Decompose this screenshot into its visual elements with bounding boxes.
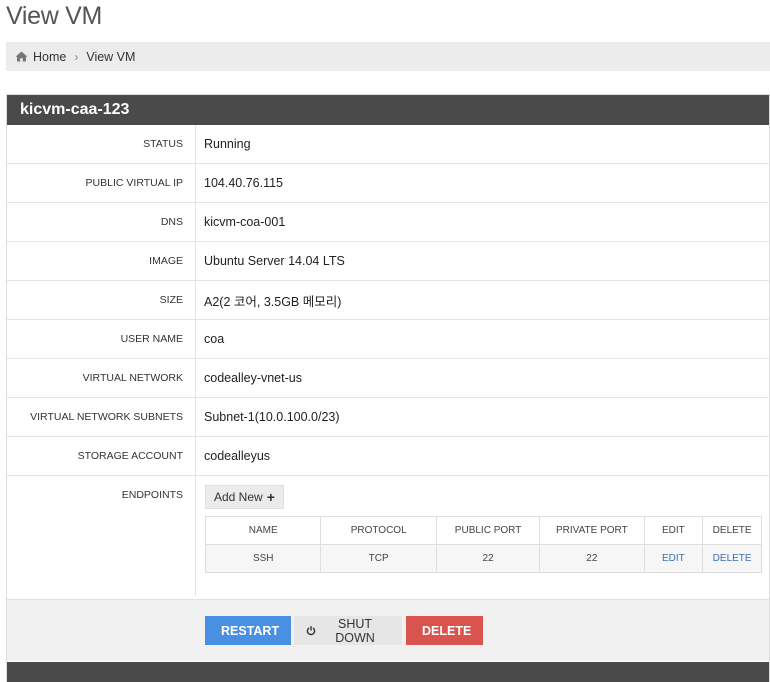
image-value: Ubuntu Server 14.04 LTS: [204, 254, 345, 268]
detail-label: ENDPOINTS: [7, 476, 196, 596]
detail-row-subnets: VIRTUAL NETWORK SUBNETS Subnet-1(10.0.10…: [7, 398, 769, 437]
action-bar: RESTART SHUT DOWN DELETE: [7, 599, 769, 661]
detail-label: USER NAME: [7, 320, 196, 358]
dns-value: kicvm-coa-001: [204, 215, 286, 229]
restart-button[interactable]: RESTART: [205, 616, 291, 645]
detail-label: SIZE: [7, 281, 196, 319]
vm-panel: kicvm-caa-123 STATUS Running PUBLIC VIRT…: [6, 94, 770, 682]
page-title: View VM: [6, 2, 103, 30]
add-new-label: Add New: [214, 490, 263, 504]
public-ip-value: 104.40.76.115: [204, 176, 284, 190]
add-new-endpoint-button[interactable]: Add New +: [205, 485, 284, 509]
endpoint-protocol-cell: TCP: [320, 544, 437, 573]
plus-icon: +: [266, 489, 275, 505]
detail-label: VIRTUAL NETWORK SUBNETS: [7, 398, 196, 436]
detail-label: DNS: [7, 203, 196, 241]
column-header-public-port: PUBLIC PORT: [435, 516, 541, 545]
detail-row-size: SIZE A2(2 코어, 3.5GB 메모리): [7, 281, 769, 320]
shut-down-label: SHUT DOWN: [335, 616, 375, 645]
detail-label: IMAGE: [7, 242, 196, 280]
detail-row-virtual-network: VIRTUAL NETWORK codealley-vnet-us: [7, 359, 769, 398]
endpoint-delete-link[interactable]: DELETE: [702, 544, 762, 573]
endpoint-private-port-cell: 22: [539, 544, 645, 573]
vm-name-header: kicvm-caa-123: [7, 95, 769, 125]
detail-label: STORAGE ACCOUNT: [7, 437, 196, 475]
table-header-row: NAME PROTOCOL PUBLIC PORT PRIVATE PORT E…: [204, 516, 762, 545]
column-header-delete: DELETE: [702, 516, 762, 545]
delete-vm-button[interactable]: DELETE: [406, 616, 483, 645]
detail-row-dns: DNS kicvm-coa-001: [7, 203, 769, 242]
restart-label: RESTART: [221, 623, 280, 638]
detail-row-user-name: USER NAME coa: [7, 320, 769, 359]
column-header-edit: EDIT: [643, 516, 704, 545]
breadcrumb: Home › View VM: [6, 42, 770, 71]
delete-label: DELETE: [422, 623, 472, 638]
endpoints-section: Add New + NAME PROTOCOL PUBLIC PORT PRIV…: [196, 476, 769, 596]
detail-row-storage-account: STORAGE ACCOUNT codealleyus: [7, 437, 769, 476]
endpoint-edit-link[interactable]: EDIT: [643, 544, 704, 573]
detail-row-status: STATUS Running: [7, 125, 769, 164]
column-header-protocol: PROTOCOL: [320, 516, 437, 545]
detail-label: VIRTUAL NETWORK: [7, 359, 196, 397]
shut-down-button[interactable]: SHUT DOWN: [294, 616, 402, 645]
detail-row-public-ip: PUBLIC VIRTUAL IP 104.40.76.115: [7, 164, 769, 203]
size-value: A2(2 코어, 3.5GB 메모리): [204, 294, 342, 309]
column-header-name: NAME: [204, 516, 322, 545]
user-name-value: coa: [204, 332, 225, 346]
subnets-value: Subnet-1(10.0.100.0/23): [204, 410, 340, 424]
storage-account-value: codealleyus: [204, 449, 271, 463]
endpoints-table: NAME PROTOCOL PUBLIC PORT PRIVATE PORT E…: [204, 516, 762, 573]
home-icon: [15, 51, 28, 62]
breadcrumb-home-link[interactable]: Home: [33, 50, 66, 64]
breadcrumb-current: View VM: [86, 49, 136, 64]
power-icon: [306, 626, 316, 636]
detail-label: PUBLIC VIRTUAL IP: [7, 164, 196, 202]
panel-footer: [7, 662, 769, 682]
endpoint-public-port-cell: 22: [435, 544, 541, 573]
table-row: SSH TCP 22 22 EDIT DELETE: [204, 544, 762, 573]
status-value: Running: [204, 137, 251, 151]
endpoint-name-cell: SSH: [204, 544, 322, 573]
breadcrumb-separator: ›: [74, 49, 79, 64]
detail-row-image: IMAGE Ubuntu Server 14.04 LTS: [7, 242, 769, 281]
virtual-network-value: codealley-vnet-us: [204, 371, 302, 385]
detail-row-endpoints: ENDPOINTS Add New + NAME PROTOCOL PUBLIC…: [7, 476, 769, 596]
column-header-private-port: PRIVATE PORT: [539, 516, 645, 545]
detail-label: STATUS: [7, 125, 196, 163]
